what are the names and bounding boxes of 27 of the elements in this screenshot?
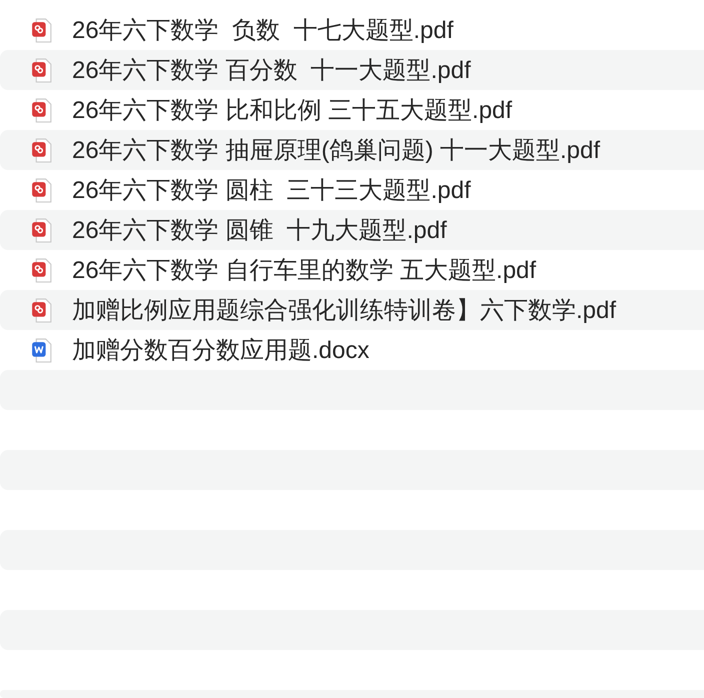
pdf-file-icon bbox=[31, 98, 52, 122]
file-name: 26年六下数学 比和比例 三十五大题型.pdf bbox=[72, 96, 512, 126]
file-name: 26年六下数学 自行车里的数学 五大题型.pdf bbox=[72, 256, 536, 286]
file-name: 26年六下数学 圆柱 三十三大题型.pdf bbox=[72, 176, 471, 206]
pdf-file-icon bbox=[31, 178, 52, 202]
file-row[interactable]: 26年六下数学 圆锥 十九大题型.pdf bbox=[0, 210, 704, 250]
file-name: 26年六下数学 抽屉原理(鸽巢问题) 十一大题型.pdf bbox=[72, 136, 600, 166]
file-row[interactable]: 26年六下数学 负数 十七大题型.pdf bbox=[0, 10, 704, 50]
file-row[interactable]: 26年六下数学 自行车里的数学 五大题型.pdf bbox=[0, 250, 704, 290]
file-name: 加赠比例应用题综合强化训练特训卷】六下数学.pdf bbox=[72, 296, 616, 326]
pdf-file-icon bbox=[31, 298, 52, 322]
file-name: 加赠分数百分数应用题.docx bbox=[72, 336, 370, 366]
file-name: 26年六下数学 圆锥 十九大题型.pdf bbox=[72, 216, 447, 246]
file-row[interactable]: 26年六下数学 比和比例 三十五大题型.pdf bbox=[0, 90, 704, 130]
pdf-file-icon bbox=[31, 138, 52, 162]
file-row[interactable]: 加赠比例应用题综合强化训练特训卷】六下数学.pdf bbox=[0, 290, 704, 330]
pdf-file-icon bbox=[31, 18, 52, 42]
file-row[interactable]: 26年六下数学 百分数 十一大题型.pdf bbox=[0, 50, 704, 90]
file-row[interactable]: 26年六下数学 圆柱 三十三大题型.pdf bbox=[0, 170, 704, 210]
word-file-icon bbox=[31, 338, 52, 362]
pdf-file-icon bbox=[31, 58, 52, 82]
file-name: 26年六下数学 百分数 十一大题型.pdf bbox=[72, 56, 471, 86]
pdf-file-icon bbox=[31, 258, 52, 282]
file-row[interactable]: 26年六下数学 抽屉原理(鸽巢问题) 十一大题型.pdf bbox=[0, 130, 704, 170]
pdf-file-icon bbox=[31, 218, 52, 242]
file-row[interactable]: 加赠分数百分数应用题.docx bbox=[0, 330, 704, 370]
file-name: 26年六下数学 负数 十七大题型.pdf bbox=[72, 16, 454, 46]
